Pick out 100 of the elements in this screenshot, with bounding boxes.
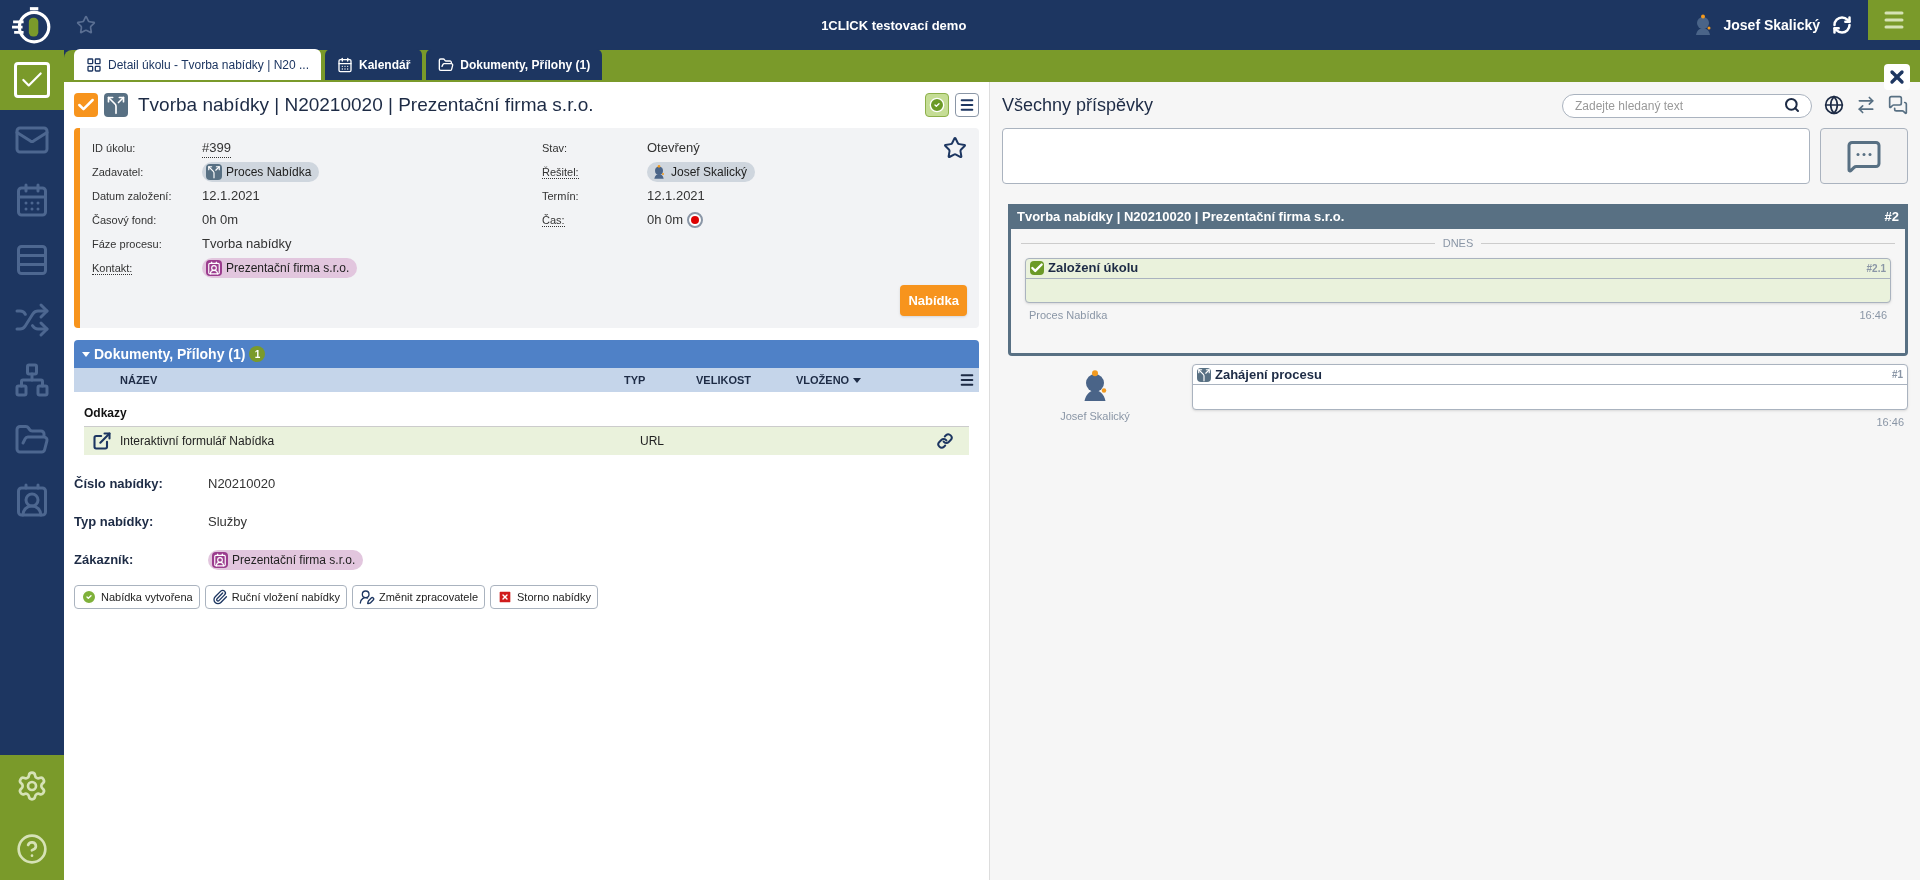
calendar-icon — [337, 56, 353, 73]
day-separator: DNES — [1442, 236, 1474, 251]
column-header[interactable]: TYP — [624, 371, 696, 389]
tab[interactable]: Dokumenty, Přílohy (1) — [426, 49, 603, 80]
thread-title[interactable]: Tvorba nabídky | N20210020 | Prezentační firma s.r.o. — [1017, 206, 1345, 227]
document-name: Interaktivní formulář Nabídka — [120, 433, 276, 450]
field-value: 0h 0m — [647, 211, 684, 230]
action-button[interactable]: Storno nabídky — [490, 585, 598, 609]
field-label: Datum založení: — [92, 189, 172, 202]
group-label: Odkazy — [84, 406, 127, 420]
field-label: ID úkolu: — [92, 141, 136, 154]
field-value: 12.1.2021 — [202, 187, 260, 206]
post-author: Josef Skalický — [1060, 409, 1130, 424]
stopwatch-logo-icon — [11, 4, 53, 46]
field-value: Služby — [208, 513, 248, 532]
post-number: #1 — [1891, 368, 1903, 382]
process-icon — [1197, 367, 1211, 382]
post-time: 16:46 — [1876, 416, 1904, 428]
chat-bubbles-icon[interactable] — [1888, 95, 1908, 115]
favorite-star-icon[interactable] — [76, 15, 96, 35]
post-time: 16:46 — [1859, 307, 1887, 323]
contact-icon — [212, 552, 228, 568]
field-label: Typ nabídky: — [74, 513, 155, 532]
action-button[interactable]: Nabídka vytvořena — [74, 585, 200, 609]
column-header[interactable]: VLOŽENO — [796, 371, 862, 389]
column-menu-icon[interactable] — [959, 372, 975, 388]
field-label: Zákazník: — [74, 551, 135, 570]
thread-number: #2 — [1884, 207, 1899, 226]
field-value: Otevřený — [647, 139, 700, 158]
field-value: Tvorba nabídky — [202, 235, 292, 254]
menu-icon — [959, 97, 975, 113]
task-title: Tvorba nabídky | N20210020 | Prezentační firma s.r.o. — [138, 92, 594, 117]
column-header[interactable]: NÁZEV — [120, 371, 624, 389]
field-value: 12.1.2021 — [647, 187, 705, 206]
field-label: Kontakt: — [92, 261, 133, 275]
sidebar-item[interactable] — [0, 50, 64, 110]
field-label: Zadavatel: — [92, 165, 144, 178]
document-type: URL — [640, 433, 664, 450]
swap-arrows-icon[interactable] — [1856, 95, 1876, 115]
sidebar-process-icon — [14, 302, 50, 338]
field-label: Stav: — [542, 141, 568, 154]
field-value: N20210020 — [208, 475, 276, 494]
post-source: Proces Nabídka — [1029, 307, 1108, 323]
comment-input[interactable] — [1002, 128, 1810, 184]
field-label: Časový fond: — [92, 213, 157, 226]
sidebar-calendar-icon — [14, 182, 50, 218]
column-header[interactable]: VELIKOST — [696, 371, 796, 389]
count-badge: 1 — [249, 346, 266, 362]
speech-bubble-icon — [1846, 138, 1882, 174]
refresh-icon[interactable] — [1832, 15, 1852, 35]
close-button[interactable] — [1884, 64, 1910, 90]
feed-title: Všechny příspěvky — [1002, 93, 1154, 117]
user-name[interactable]: Josef Skalický — [1723, 14, 1820, 36]
task-check-icon — [74, 93, 98, 117]
send-comment-button[interactable] — [1820, 128, 1908, 184]
action-button[interactable]: Změnit zpracovatele — [351, 585, 485, 609]
check-circle-icon — [81, 589, 97, 605]
record-icon[interactable] — [687, 212, 704, 228]
sidebar-tasks-icon — [14, 62, 50, 98]
tab[interactable]: Kalendář — [325, 49, 423, 80]
settings-icon[interactable] — [16, 770, 48, 803]
complete-button[interactable] — [925, 93, 949, 117]
post-title[interactable]: Zahájení procesu — [1215, 364, 1322, 385]
sidebar-org-icon — [14, 362, 50, 398]
collapse-caret-icon[interactable] — [82, 351, 90, 357]
user-edit-icon — [358, 589, 375, 605]
field-label: Čas: — [542, 213, 565, 227]
menu-button[interactable] — [955, 93, 979, 117]
user-chip[interactable]: Josef Skalický — [647, 162, 756, 182]
post-number: #2.1 — [1866, 261, 1886, 276]
app-title: 1CLICK testovací demo — [821, 18, 967, 33]
check-circle-icon — [929, 97, 945, 113]
contact-chip[interactable]: Prezentační firma s.r.o. — [202, 258, 358, 278]
contact-chip[interactable]: Prezentační firma s.r.o. — [208, 550, 364, 570]
external-link-icon — [92, 431, 112, 451]
contact-icon — [206, 260, 222, 276]
field-label: Číslo nabídky: — [74, 475, 164, 494]
paperclip-icon — [211, 589, 228, 605]
action-button[interactable]: Ruční vložení nabídky — [204, 585, 347, 609]
globe-icon[interactable] — [1824, 95, 1844, 115]
process-chip[interactable]: Proces Nabídka — [202, 162, 320, 182]
close-icon — [1887, 67, 1907, 87]
process-icon — [206, 164, 222, 180]
task-id-link[interactable]: #399 — [202, 137, 231, 159]
search-field[interactable]: Zadejte hledaný text — [1562, 94, 1812, 118]
field-label: Řešitel: — [542, 165, 579, 179]
document-row[interactable]: Interaktivní formulář Nabídka URL — [84, 427, 969, 455]
help-icon[interactable] — [16, 832, 48, 865]
link-icon[interactable] — [937, 433, 953, 449]
grid-icon — [86, 56, 102, 73]
field-label: Fáze procesu: — [92, 237, 162, 250]
field-label: Termín: — [542, 189, 579, 202]
task-check-icon — [1030, 261, 1044, 275]
user-avatar-icon — [651, 164, 667, 180]
search-icon[interactable] — [1784, 97, 1800, 113]
tab[interactable]: Detail úkolu - Tvorba nabídky | N20 ... — [74, 49, 321, 80]
sort-caret-icon — [853, 377, 862, 383]
post-title[interactable]: Založení úkolu — [1048, 258, 1139, 278]
favorite-star-icon[interactable] — [943, 136, 967, 160]
section-title[interactable]: Dokumenty, Přílohy (1) — [94, 343, 246, 365]
